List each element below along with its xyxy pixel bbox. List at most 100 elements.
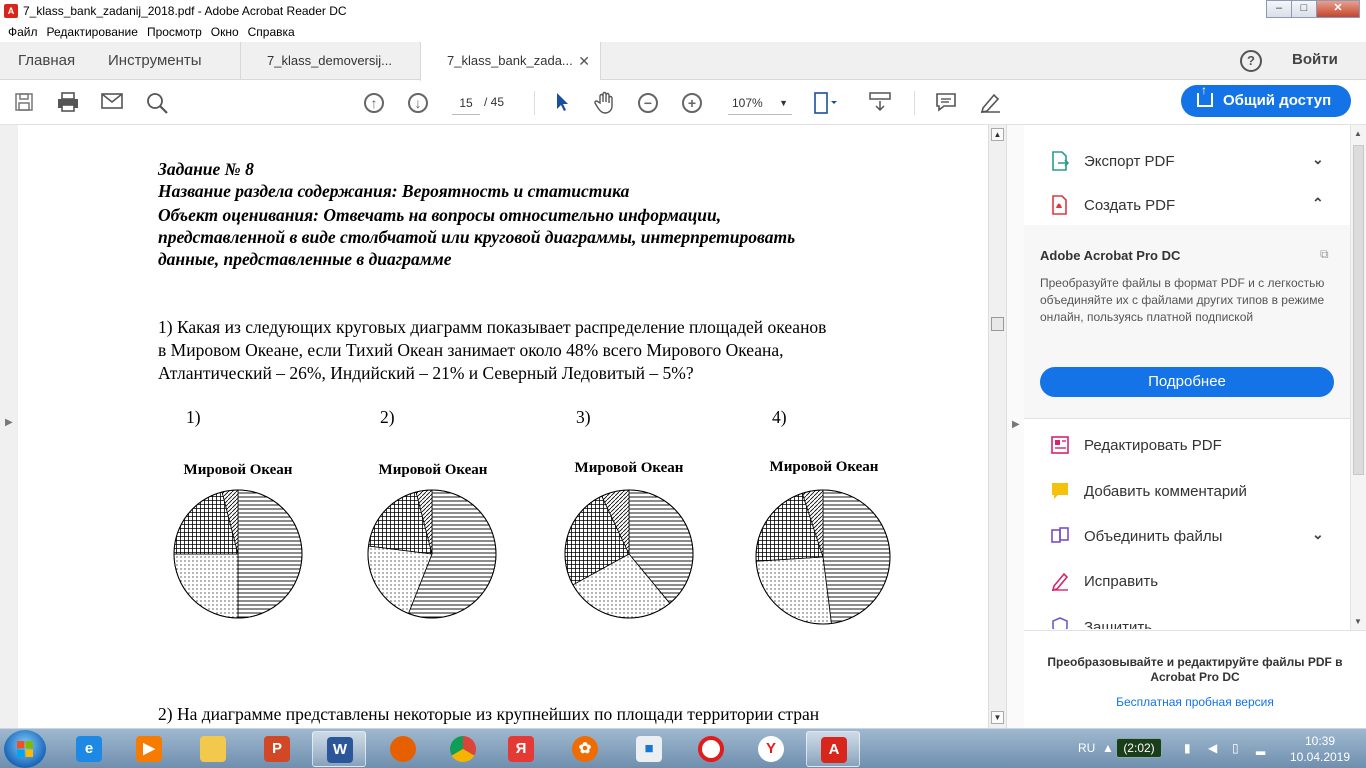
scroll-thumb[interactable] <box>1353 145 1364 475</box>
comment-icon[interactable] <box>934 91 958 115</box>
taskbar-app[interactable]: ■ <box>622 731 676 767</box>
chevron-right-icon: ▶ <box>1012 419 1020 430</box>
scroll-up-icon[interactable]: ▲ <box>1354 129 1362 138</box>
menu-view[interactable]: Просмотр <box>147 25 202 39</box>
ie-icon: e <box>76 736 102 762</box>
scroll-up-icon[interactable]: ▲ <box>991 128 1004 141</box>
taskbar-firefox[interactable] <box>376 731 430 767</box>
email-icon[interactable] <box>100 91 124 115</box>
taskbar-media-app[interactable]: ✿ <box>558 731 612 767</box>
share-button-label: Общий доступ <box>1223 92 1332 109</box>
windows-logo-icon <box>17 741 33 757</box>
close-tab-icon[interactable]: ✕ <box>578 42 590 80</box>
menu-file[interactable]: Файл <box>8 25 38 39</box>
tool-fill-sign[interactable]: Исправить <box>1024 561 1350 601</box>
tab-document-bank[interactable]: 7_klass_bank_zada... ✕ <box>420 42 600 81</box>
pie-chart-1 <box>173 489 303 619</box>
shield-icon <box>1052 617 1068 629</box>
task-objective-line-2: представленной в виде столбчатой или кру… <box>158 227 796 247</box>
scroll-down-icon[interactable]: ▼ <box>1354 617 1362 626</box>
page-number-input[interactable]: 15 <box>452 93 480 115</box>
signal-icon[interactable]: ▂ <box>1256 741 1265 755</box>
left-panel-toggle[interactable]: ▶ <box>0 125 18 728</box>
next-page-icon[interactable]: ↓ <box>408 93 428 113</box>
tray-expand-icon[interactable]: ▲ <box>1102 741 1114 755</box>
taskbar-word[interactable]: W <box>312 731 366 767</box>
chevron-down-icon[interactable]: ⌄ <box>1312 526 1324 543</box>
print-icon[interactable] <box>56 91 80 115</box>
previous-page-icon[interactable]: ↑ <box>364 93 384 113</box>
help-icon[interactable]: ? <box>1240 50 1262 72</box>
yandex-icon: Я <box>508 736 534 762</box>
zoom-dropdown[interactable]: 107% ▼ <box>728 93 792 115</box>
search-icon[interactable] <box>145 91 169 115</box>
taskbar-media-player[interactable]: ▶ <box>122 731 176 767</box>
zoom-out-icon[interactable]: − <box>638 93 658 113</box>
word-icon: W <box>327 737 353 763</box>
battery-timer[interactable]: (2:02) <box>1116 738 1162 758</box>
tool-export-pdf[interactable]: Экспорт PDF ⌄ <box>1024 141 1350 181</box>
start-button[interactable] <box>4 730 46 768</box>
tool-edit-pdf[interactable]: Редактировать PDF <box>1024 425 1350 465</box>
language-indicator[interactable]: RU <box>1078 741 1095 755</box>
highlight-pen-icon[interactable] <box>978 91 1002 115</box>
app-icon: ■ <box>636 736 662 762</box>
free-trial-link[interactable]: Бесплатная пробная версия <box>1024 695 1366 709</box>
right-pane-toggle[interactable]: ▶ <box>1006 125 1024 728</box>
save-icon[interactable] <box>12 91 36 115</box>
pie-3-title: Мировой Океан <box>574 460 684 476</box>
taskbar-explorer[interactable] <box>186 731 240 767</box>
network-icon[interactable]: ▮ <box>1184 741 1191 755</box>
tab-home[interactable]: Главная <box>18 42 75 80</box>
tab-document-demo[interactable]: 7_klass_demoversij... <box>240 42 420 80</box>
menu-window[interactable]: Окно <box>211 25 239 39</box>
chevron-down-icon[interactable]: ⌄ <box>1312 151 1324 168</box>
task-objective-line-1: Объект оценивания: Отвечать на вопросы о… <box>158 205 722 225</box>
clock-time[interactable]: 10:39 <box>1290 734 1350 748</box>
menu-edit[interactable]: Редактирование <box>47 25 138 39</box>
maximize-button[interactable]: □ <box>1291 0 1317 18</box>
hand-tool-icon[interactable] <box>593 91 617 115</box>
scroll-thumb[interactable] <box>991 317 1004 331</box>
signin-link[interactable]: Войти <box>1292 51 1338 68</box>
select-cursor-icon[interactable] <box>550 91 574 115</box>
question-2-line-1: 2) На диаграмме представлены некоторые и… <box>158 704 820 724</box>
taskbar-yandex-browser[interactable]: Y <box>744 731 798 767</box>
fit-page-icon[interactable] <box>812 91 837 115</box>
minimize-button[interactable]: – <box>1266 0 1292 18</box>
document-scrollbar[interactable]: ▲ ▼ <box>988 125 1006 728</box>
close-window-button[interactable]: ✕ <box>1316 0 1360 18</box>
scroll-mode-icon[interactable] <box>868 91 892 115</box>
share-button[interactable]: Общий доступ <box>1181 84 1351 117</box>
taskbar-acrobat[interactable]: A <box>806 731 860 767</box>
toolbar: ↑ ↓ 15 / 45 − + 107% ▼ <box>0 81 1366 125</box>
pie-1-title: Мировой Океан <box>183 462 293 478</box>
tab-tools[interactable]: Инструменты <box>108 42 202 80</box>
taskbar-opera[interactable] <box>684 731 738 767</box>
chevron-up-icon[interactable]: ⌃ <box>1312 195 1324 212</box>
taskbar-chrome[interactable] <box>436 731 490 767</box>
zoom-in-icon[interactable]: + <box>682 93 702 113</box>
taskbar-yandex[interactable]: Я <box>494 731 548 767</box>
scroll-down-icon[interactable]: ▼ <box>991 711 1004 724</box>
tools-pane-scrollbar[interactable]: ▲ ▼ <box>1350 125 1366 630</box>
more-info-button[interactable]: Подробнее <box>1040 367 1334 397</box>
clock-date[interactable]: 10.04.2019 <box>1286 750 1354 764</box>
pie-chart-4 <box>755 489 891 625</box>
promo-title: Adobe Acrobat Pro DC <box>1040 248 1181 263</box>
task-title: Задание № 8 <box>158 159 254 179</box>
pie-4-slice-2 <box>755 556 832 625</box>
document-area: ▶ Задание № 8 Название раздела содержани… <box>0 125 1006 728</box>
window-title: 7_klass_bank_zadanij_2018.pdf - Adobe Ac… <box>23 4 347 18</box>
firefox-icon <box>390 736 416 762</box>
taskbar-ie[interactable]: e <box>62 731 116 767</box>
tool-protect[interactable]: Защитить <box>1024 607 1350 629</box>
menu-help[interactable]: Справка <box>248 25 295 39</box>
battery-icon[interactable]: ▯ <box>1232 741 1239 755</box>
tool-combine-files[interactable]: Объединить файлы ⌄ <box>1024 516 1350 556</box>
taskbar-powerpoint[interactable]: P <box>250 731 304 767</box>
tool-create-pdf[interactable]: Создать PDF ⌃ <box>1024 185 1350 225</box>
tool-add-comment[interactable]: Добавить комментарий <box>1024 471 1350 511</box>
volume-icon[interactable]: ◀ <box>1208 741 1217 755</box>
chrome-icon <box>450 736 476 762</box>
